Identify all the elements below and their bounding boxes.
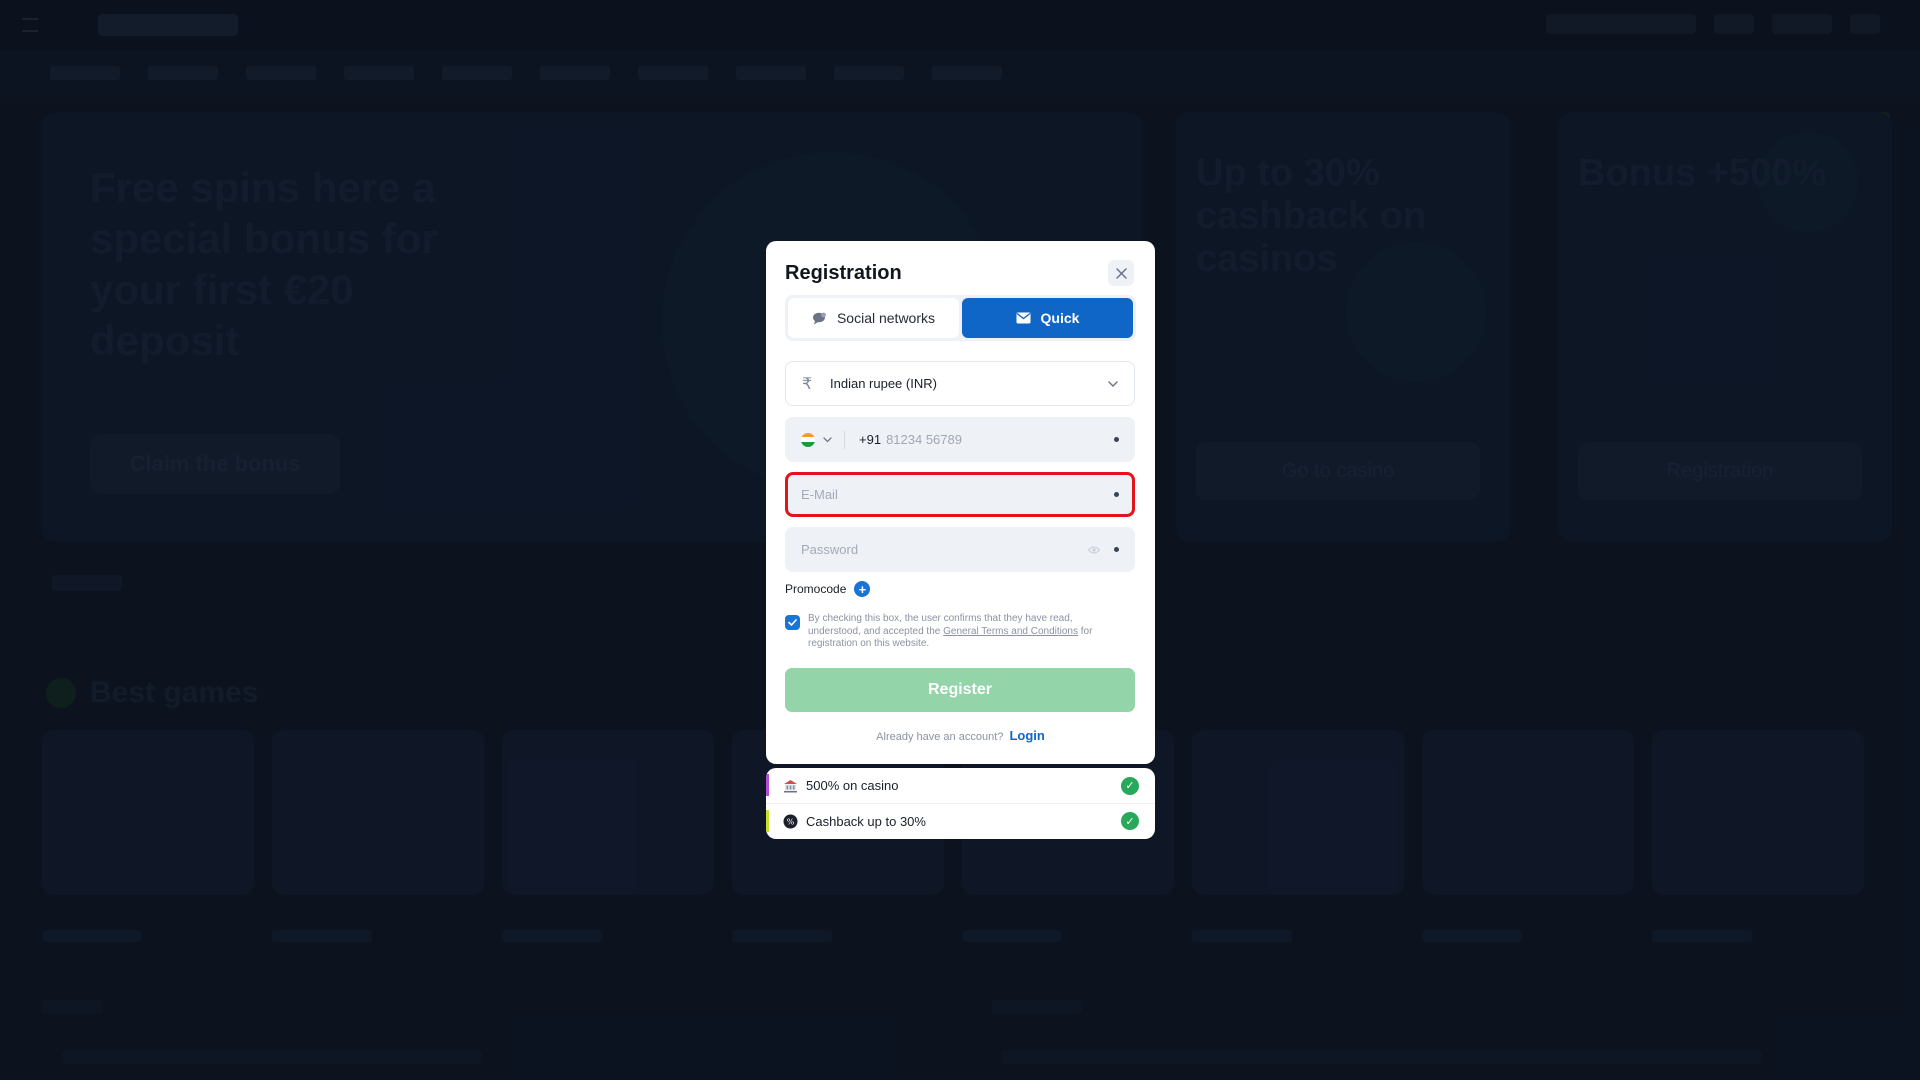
login-prompt-row: Already have an account? Login: [766, 728, 1155, 743]
india-flag-icon[interactable]: [801, 432, 815, 447]
divider: [844, 430, 845, 449]
bonus-item: % Cashback up to 30% ✓: [766, 803, 1155, 838]
phone-input[interactable]: 81234 56789: [886, 432, 1114, 447]
rupee-icon: ₹: [802, 375, 813, 393]
envelope-icon: [1016, 312, 1031, 324]
bonus-label: Cashback up to 30%: [806, 813, 926, 829]
required-indicator: [1114, 437, 1119, 442]
bonus-item: 500% on casino ✓: [766, 768, 1155, 803]
tab-social-networks[interactable]: Social networks: [788, 298, 959, 338]
close-icon: [1115, 267, 1127, 279]
required-indicator: [1114, 547, 1119, 552]
password-field[interactable]: Password: [785, 527, 1135, 572]
email-input[interactable]: E-Mail: [801, 487, 1114, 502]
required-indicator: [1114, 492, 1119, 497]
check-badge-icon: ✓: [1121, 812, 1139, 830]
email-field[interactable]: E-Mail: [785, 472, 1135, 517]
promocode-toggle[interactable]: Promocode +: [785, 581, 871, 597]
cashback-icon: %: [782, 813, 798, 829]
terms-text: By checking this box, the user confirms …: [808, 613, 1128, 651]
login-prompt: Already have an account?: [876, 731, 1004, 743]
tab-quick[interactable]: Quick: [962, 298, 1133, 338]
bonus-label: 500% on casino: [806, 778, 899, 793]
chat-icon: [812, 312, 826, 324]
modal-title: Registration: [785, 262, 902, 284]
terms-link[interactable]: General Terms and Conditions: [943, 626, 1078, 637]
bonus-list: 500% on casino ✓ % Cashback up to 30% ✓: [766, 768, 1155, 839]
terms-checkbox[interactable]: [785, 615, 800, 630]
currency-value: Indian rupee (INR): [830, 376, 937, 391]
chevron-down-icon[interactable]: [823, 436, 832, 443]
checkmark-icon: [788, 619, 797, 626]
registration-tabs: Social networks Quick: [785, 295, 1136, 341]
eye-icon[interactable]: [1088, 546, 1100, 554]
close-button[interactable]: [1108, 260, 1134, 286]
promocode-label: Promocode: [785, 582, 847, 596]
bonus-stripe: [766, 810, 769, 832]
phone-field: +91 81234 56789: [785, 417, 1135, 462]
plus-icon[interactable]: +: [854, 581, 871, 597]
casino-icon: [782, 778, 798, 794]
password-input[interactable]: Password: [801, 542, 1088, 557]
svg-text:%: %: [786, 817, 794, 826]
register-button[interactable]: Register: [785, 668, 1135, 712]
tab-label: Quick: [1040, 310, 1080, 326]
currency-select[interactable]: ₹ Indian rupee (INR): [785, 361, 1135, 406]
chevron-down-icon: [1108, 380, 1118, 387]
bonus-stripe: [766, 774, 769, 796]
registration-modal: Registration Social networks Quick ₹ Ind…: [766, 241, 1155, 764]
check-badge-icon: ✓: [1121, 776, 1139, 795]
phone-country-code: +91: [859, 432, 882, 447]
tab-label: Social networks: [836, 310, 936, 326]
terms-agreement: By checking this box, the user confirms …: [785, 613, 1128, 651]
login-link[interactable]: Login: [1009, 728, 1044, 743]
